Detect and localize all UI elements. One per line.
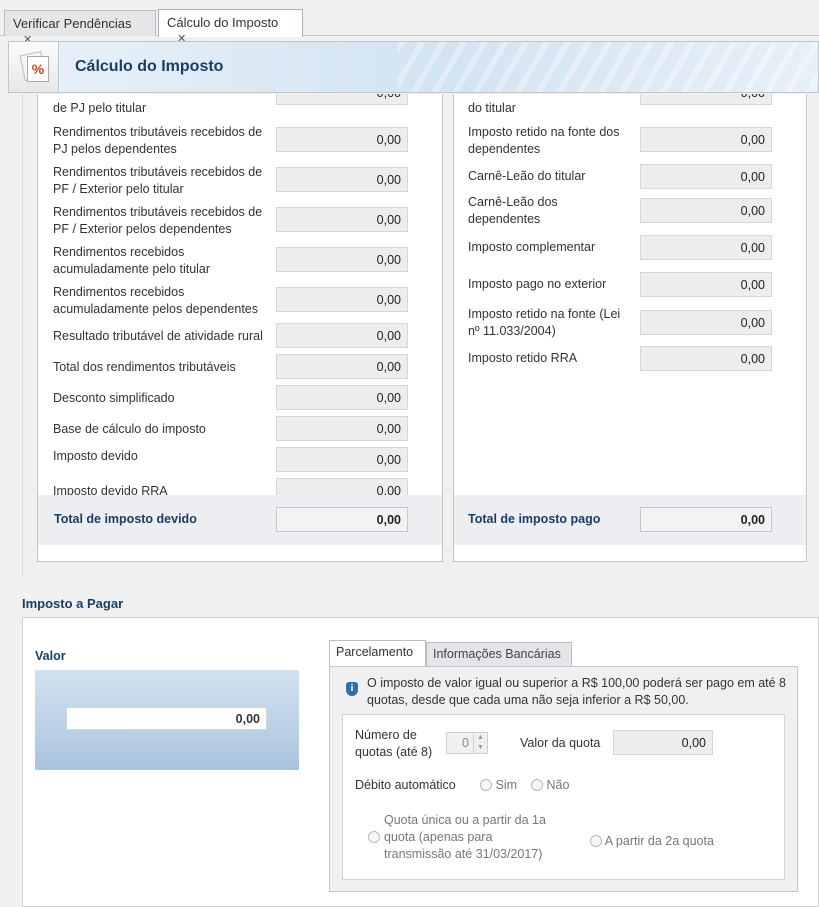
total-pago-bar: Total de imposto pago 0,00 [454,495,806,545]
debito-automatico-label: Débito automático [355,778,456,792]
radio-nao[interactable]: Não [531,777,569,794]
field-label: Carnê-Leão do titular [468,169,586,183]
summary-scroll-area[interactable]: de PJ pelo titular 0,00 Rendimentos trib… [22,94,819,577]
radio-button-icon[interactable] [590,835,602,847]
radio-sim[interactable]: Sim [480,777,517,794]
total-label: Total de imposto pago [468,512,601,526]
total-value-field: 0,00 [640,507,772,532]
field-label: de PJ pelo titular [53,101,147,115]
field-label: Total dos rendimentos tributáveis [53,360,236,374]
quantity-stepper[interactable]: 0 ▲ ▼ [446,732,488,754]
field-label: Rendimentos recebidos acumuladamente pel… [53,285,259,316]
radio-label: A partir da 2a quota [604,834,714,848]
info-text: O imposto de valor igual ou superior a R… [367,676,787,707]
value-field: 0,00 [640,94,772,105]
value-field: 0,00 [640,127,772,152]
value-field: 0,00 [640,235,772,260]
radio-label: Sim [495,778,518,792]
rendimentos-panel: de PJ pelo titular 0,00 Rendimentos trib… [37,94,443,562]
value-field: 0,00 [276,287,408,312]
valor-panel: 0,00 [35,670,299,770]
radio-label: Não [546,778,570,792]
total-label: Total de imposto devido [54,512,197,526]
tab-label: Cálculo do Imposto [167,15,279,30]
total-value-field: 0,00 [276,507,408,532]
value-field: 0,00 [276,94,408,105]
field-label: Imposto devido [53,449,138,463]
field-label: Imposto pago no exterior [468,277,607,291]
field-label: Carnê-Leão dos dependentes [468,195,558,226]
field-label: Imposto retido RRA [468,351,578,365]
value-field: 0,00 [276,167,408,192]
value-field: 0,00 [276,447,408,472]
value-field: 0,00 [276,416,408,441]
field-label: Imposto retido na fonte (Lei nº 11.033/2… [468,307,621,338]
radio-quota-unica[interactable] [368,831,380,843]
tab-calculo-imposto[interactable]: Cálculo do Imposto✕ [158,9,303,45]
parcelamento-panel: i O imposto de valor igual ou superior a… [329,666,798,892]
tab-verificar-pendencias[interactable]: Verificar Pendências✕ [4,10,156,46]
stepper-arrows-icon[interactable]: ▲ ▼ [473,733,487,753]
value-field: 0,00 [276,207,408,232]
page-title: Cálculo do Imposto [75,58,224,75]
quantity-value: 0 [462,736,469,750]
field-label: Rendimentos tributáveis recebidos de PF … [53,205,263,236]
field-label: Desconto simplificado [53,391,175,405]
value-field: 0,00 [276,323,408,348]
value-field: 0,00 [276,247,408,272]
info-icon: i [346,682,358,696]
tab-parcelamento[interactable]: Parcelamento [329,640,426,667]
field-label: Imposto retido na fonte dos dependentes [468,125,620,156]
quotas-box: Número de quotas (até 8) 0 ▲ ▼ Valor da q… [342,714,785,880]
field-label: Rendimentos tributáveis recebidos de PF … [53,165,263,196]
valor-quota-field: 0,00 [613,730,713,755]
valor-field: 0,00 [66,707,267,730]
field-label: Imposto complementar [468,240,596,254]
field-label: Rendimentos tributáveis recebidos de PJ … [53,125,263,156]
value-field: 0,00 [640,310,772,335]
field-label: Rendimentos recebidos acumuladamente pel… [53,245,211,276]
field-label: Resultado tributável de atividade rural [53,329,263,343]
quota-unica-label: Quota única ou a partir da 1a quota (ape… [384,813,546,861]
field-label: do titular [468,101,516,115]
valor-quota-label: Valor da quota [520,736,601,750]
value-field: 0,00 [276,354,408,379]
value-field: 0,00 [276,127,408,152]
imposto-pago-panel: do titular 0,00 Imposto retido na fonte … [453,94,807,562]
page-header: % Cálculo do Imposto [8,41,819,93]
section-title-imposto-a-pagar: Imposto a Pagar [22,596,124,611]
value-field: 0,00 [640,346,772,371]
tab-label: Verificar Pendências [13,16,132,31]
percent-card-icon: % [9,42,59,92]
value-field: 0,00 [640,272,772,297]
imposto-a-pagar-box: Valor 0,00 Parcelamento Informações Banc… [22,617,819,907]
numero-quotas-label: Número de quotas (até 8) [355,728,433,759]
document-tab-bar: Verificar Pendências✕ Cálculo do Imposto… [0,0,819,46]
field-label: Base de cálculo do imposto [53,422,206,436]
valor-label: Valor [35,649,66,663]
radio-segunda-quota[interactable]: A partir da 2a quota [590,833,714,850]
radio-button-icon[interactable] [480,779,492,791]
value-field: 0,00 [276,385,408,410]
tab-informacoes-bancarias[interactable]: Informações Bancárias [426,642,572,666]
header-decoration [398,42,818,92]
value-field: 0,00 [640,198,772,223]
radio-button-icon[interactable] [531,779,543,791]
total-devido-bar: Total de imposto devido 0,00 [38,495,442,545]
value-field: 0,00 [640,164,772,189]
